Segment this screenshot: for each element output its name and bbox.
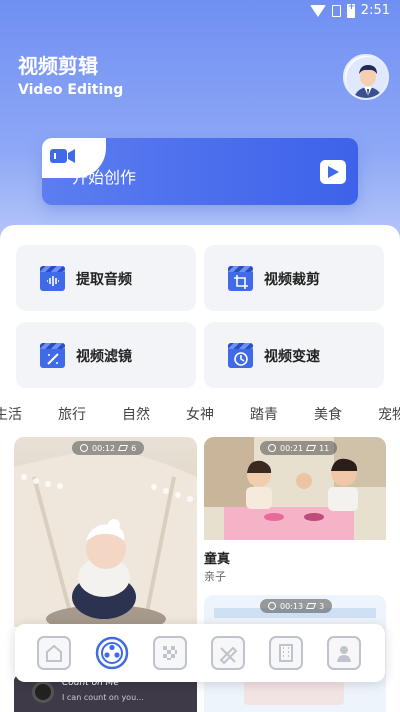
wifi-icon: [309, 4, 326, 17]
music-subtitle: I can count on you...: [62, 693, 144, 702]
create-label: 开始创作: [72, 168, 137, 187]
duration-text: 00:21: [280, 443, 304, 453]
template-card[interactable]: 00:21 11: [204, 437, 386, 540]
category-tab[interactable]: 美食: [314, 404, 342, 424]
tool-video-speed[interactable]: 视频变速: [204, 322, 384, 388]
audio-wave-icon: [40, 266, 65, 291]
speed-icon: [228, 343, 253, 368]
tool-video-filter[interactable]: 视频滤镜: [16, 322, 196, 388]
template-thumbnail: [14, 447, 197, 627]
nav-templates[interactable]: [95, 636, 129, 670]
sim-icon: [331, 4, 341, 17]
category-tab[interactable]: 自然: [122, 404, 150, 424]
layers-icon: [305, 603, 317, 609]
mosaic-icon: [163, 646, 177, 660]
nav-home[interactable]: [37, 636, 71, 670]
wand-icon: [40, 343, 65, 368]
nav-mosaic[interactable]: [153, 636, 187, 670]
hero-background: [0, 0, 400, 250]
category-tab[interactable]: 旅行: [58, 404, 86, 424]
user-icon: [337, 646, 351, 662]
film-strip-icon: [279, 644, 293, 662]
page-subtitle: Video Editing: [18, 82, 124, 98]
category-tab[interactable]: 女神: [186, 404, 214, 424]
avatar[interactable]: [343, 54, 389, 100]
category-tabs: 生活 旅行 自然 女神 踏青 美食 宠物: [0, 404, 400, 426]
category-tab[interactable]: 踏青: [250, 404, 278, 424]
layers-count: 11: [319, 443, 330, 453]
tool-extract-audio[interactable]: 提取音频: [16, 245, 196, 311]
layers-count: 3: [319, 601, 325, 611]
duration-text: 00:13: [280, 601, 304, 611]
tool-video-crop[interactable]: 视频裁剪: [204, 245, 384, 311]
clock-icon: [268, 444, 276, 452]
battery-icon: [346, 2, 355, 18]
tool-label: 视频变速: [264, 349, 320, 365]
duration-pill: 00:12 6: [72, 441, 145, 455]
clock-icon: [268, 602, 276, 610]
tool-label: 视频滤镜: [76, 349, 132, 365]
film-reel-icon: [95, 636, 129, 670]
nav-edit[interactable]: [211, 636, 245, 670]
layers-icon: [305, 445, 317, 451]
nav-profile[interactable]: [327, 636, 361, 670]
template-tag: 亲子: [204, 570, 226, 583]
page-title: 视频剪辑: [18, 54, 98, 78]
category-tab[interactable]: 生活: [0, 404, 22, 424]
layers-count: 6: [131, 443, 137, 453]
duration-text: 00:12: [92, 443, 116, 453]
category-tab[interactable]: 宠物: [378, 404, 400, 424]
tool-label: 视频裁剪: [264, 272, 320, 288]
duration-pill: 00:21 11: [260, 441, 338, 455]
crop-icon: [228, 266, 253, 291]
clock-icon: [80, 444, 88, 452]
bottom-navigation: [15, 624, 385, 682]
template-card[interactable]: 00:12 6: [14, 437, 197, 627]
layers-icon: [117, 445, 129, 451]
arrow-right-icon: [320, 160, 346, 184]
video-camera-icon: [50, 149, 75, 163]
tool-label: 提取音频: [76, 272, 132, 288]
template-title: 童真: [204, 552, 231, 567]
pencil-ruler-icon: [219, 646, 238, 665]
start-creating-button[interactable]: 开始创作: [42, 138, 358, 205]
nav-film[interactable]: [269, 636, 303, 670]
vinyl-icon: [32, 681, 54, 703]
status-bar: 2:51: [0, 0, 400, 24]
status-time: 2:51: [360, 3, 390, 18]
home-icon: [46, 644, 62, 662]
duration-pill: 00:13 3: [260, 599, 333, 613]
